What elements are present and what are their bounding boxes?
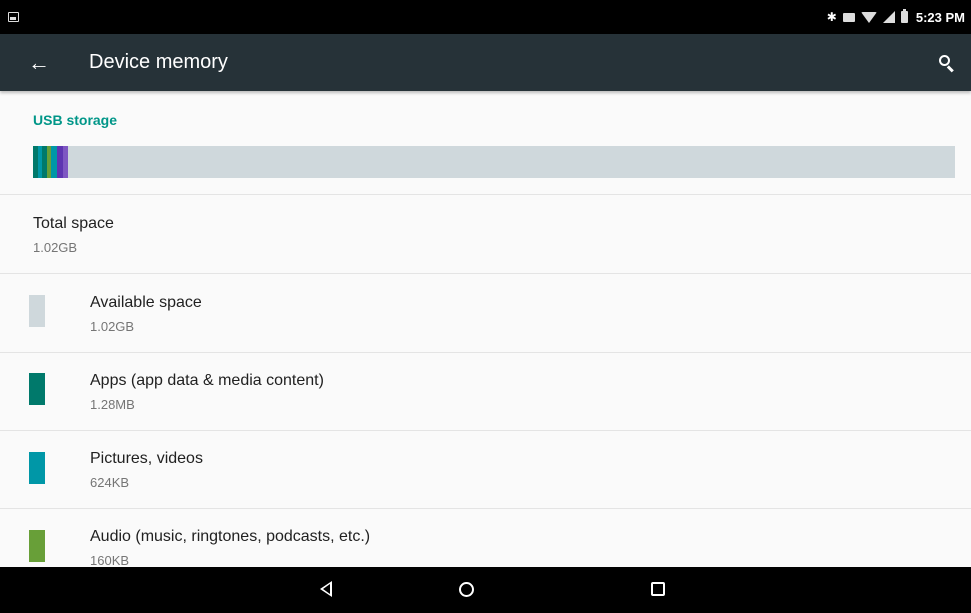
nav-home-icon[interactable] <box>459 582 474 597</box>
section-header-usb-storage: USB storage <box>33 112 118 128</box>
list-item-pictures-videos[interactable]: Pictures, videos 624KB <box>0 431 971 508</box>
wifi-icon <box>860 11 877 23</box>
list-item-available-space[interactable]: Available space 1.02GB <box>0 274 971 352</box>
total-space-label: Total space <box>33 215 114 232</box>
available-space-swatch <box>29 295 45 327</box>
list-item-apps[interactable]: Apps (app data & media content) 1.28MB <box>0 353 971 430</box>
status-time: 5:23 PM <box>915 9 965 25</box>
audio-label: Audio (music, ringtones, podcasts, etc.) <box>90 528 371 545</box>
apps-label: Apps (app data & media content) <box>90 372 324 389</box>
toolbar: ← Device memory <box>0 34 971 91</box>
total-space-row: Total space 1.02GB <box>0 195 971 273</box>
image-notification-icon <box>8 12 19 22</box>
usage-segment-other-2 <box>63 146 68 178</box>
back-button[interactable]: ← <box>24 48 54 78</box>
battery-icon <box>900 9 908 23</box>
nav-recents-icon[interactable] <box>651 582 665 596</box>
arrow-back-icon: ← <box>28 50 50 75</box>
list-item-audio[interactable]: Audio (music, ringtones, podcasts, etc.)… <box>0 509 971 567</box>
storage-usage-bar <box>33 146 955 178</box>
audio-value: 160KB <box>90 553 130 567</box>
search-button[interactable] <box>931 48 961 78</box>
audio-swatch <box>29 530 45 562</box>
total-space-value: 1.02GB <box>33 240 78 255</box>
pictures-videos-value: 624KB <box>90 475 130 490</box>
signal-icon <box>882 11 895 23</box>
available-space-label: Available space <box>90 294 202 311</box>
available-space-value: 1.02GB <box>90 319 135 334</box>
pictures-videos-label: Pictures, videos <box>90 450 203 467</box>
navigation-bar <box>0 567 971 613</box>
bluetooth-icon: ✱ <box>826 10 837 24</box>
status-bar: ✱ 5:23 PM <box>0 0 971 34</box>
apps-value: 1.28MB <box>90 397 135 412</box>
message-icon <box>842 12 855 22</box>
page-title: Device memory <box>89 51 228 73</box>
status-icons: ✱ 5:23 PM <box>827 0 965 34</box>
pictures-videos-swatch <box>29 452 45 484</box>
apps-swatch <box>29 373 45 405</box>
nav-back-icon[interactable] <box>320 581 332 597</box>
